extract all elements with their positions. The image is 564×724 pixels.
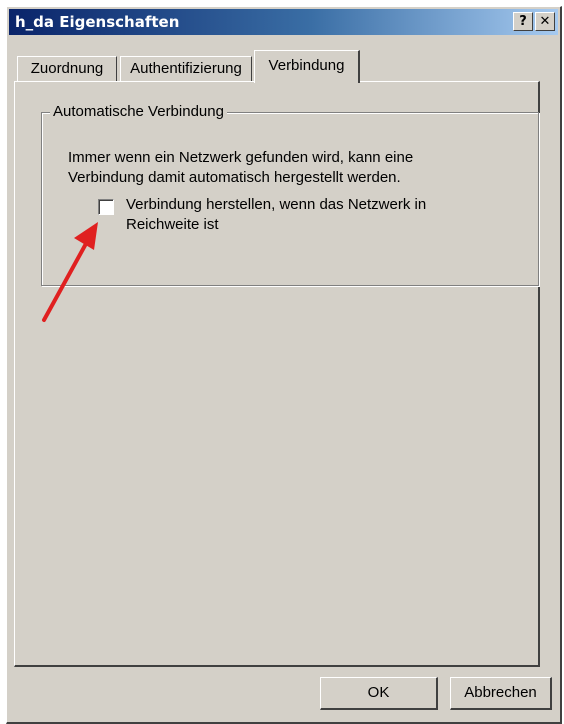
close-button[interactable]: ✕ bbox=[535, 12, 555, 31]
group-description: Immer wenn ein Netzwerk gefunden wird, k… bbox=[68, 149, 414, 186]
help-button[interactable]: ? bbox=[513, 12, 533, 31]
help-icon: ? bbox=[519, 14, 527, 29]
tab-zuordnung[interactable]: Zuordnung bbox=[17, 56, 117, 82]
window-title: h_da Eigenschaften bbox=[15, 13, 180, 31]
group-legend: Automatische Verbindung bbox=[50, 103, 227, 120]
red-arrow-annotation bbox=[42, 222, 98, 322]
cancel-button[interactable]: Abbrechen bbox=[450, 677, 552, 710]
tab-panel-verbindung: Automatische Verbindung Immer wenn ein N… bbox=[14, 81, 540, 667]
tab-verbindung[interactable]: Verbindung bbox=[254, 50, 360, 83]
auto-connect-checkbox-label[interactable]: Verbindung herstellen, wenn das Netzwerk… bbox=[126, 195, 486, 235]
close-icon: ✕ bbox=[539, 14, 551, 29]
title-bar: h_da Eigenschaften ? ✕ bbox=[9, 9, 558, 35]
tab-authentifizierung[interactable]: Authentifizierung bbox=[120, 56, 252, 82]
ok-button[interactable]: OK bbox=[320, 677, 438, 710]
